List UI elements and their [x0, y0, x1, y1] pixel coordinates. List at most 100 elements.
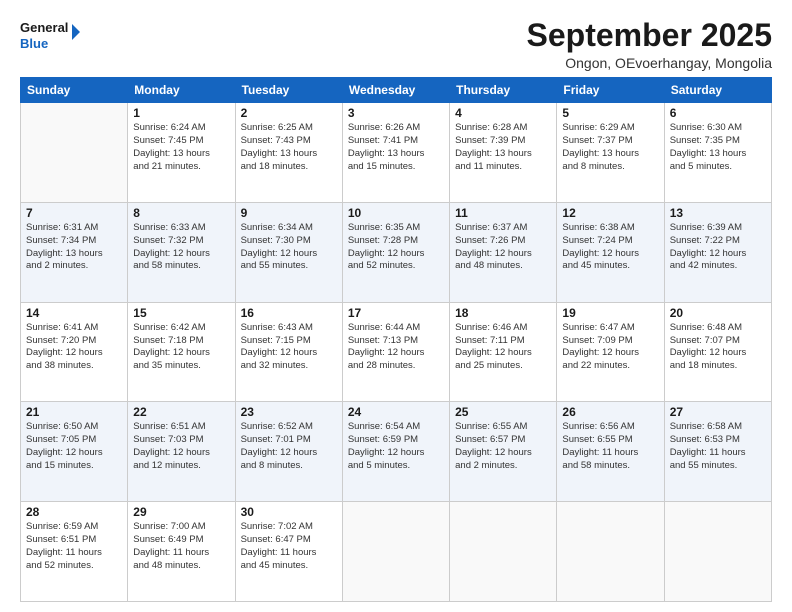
day-number: 16: [241, 306, 337, 320]
calendar-cell: 1Sunrise: 6:24 AM Sunset: 7:45 PM Daylig…: [128, 103, 235, 203]
day-info: Sunrise: 6:37 AM Sunset: 7:26 PM Dayligh…: [455, 222, 551, 273]
calendar-cell: 11Sunrise: 6:37 AM Sunset: 7:26 PM Dayli…: [450, 202, 557, 302]
calendar-cell: 24 Sunrise: 6:54 AM Sunset: 6:59 PM Dayli…: [342, 402, 449, 502]
weekday-header-friday: Friday: [557, 78, 664, 103]
calendar-cell: [664, 502, 771, 602]
day-info: Sunrise: 6:54 AM Sunset: 6:59 PM Dayligh…: [348, 421, 444, 472]
day-info: Sunrise: 6:55 AM Sunset: 6:57 PM Dayligh…: [455, 421, 551, 472]
calendar-cell: 22 Sunrise: 6:51 AM Sunset: 7:03 PM Dayli…: [128, 402, 235, 502]
day-number: 15: [133, 306, 229, 320]
day-number: 4: [455, 106, 551, 120]
day-number: 28: [26, 505, 122, 519]
calendar-cell: 29Sunrise: 7:00 AM Sunset: 6:49 PM Dayli…: [128, 502, 235, 602]
day-number: 7: [26, 206, 122, 220]
day-number: 9: [241, 206, 337, 220]
day-info: Sunrise: 6:26 AM Sunset: 7:41 PM Dayligh…: [348, 122, 444, 173]
week-row-5: 28 Sunrise: 6:59 AM Sunset: 6:51 PM Dayli…: [21, 502, 772, 602]
calendar-cell: 27 Sunrise: 6:58 AM Sunset: 6:53 PM Dayli…: [664, 402, 771, 502]
calendar-cell: 16 Sunrise: 6:43 AM Sunset: 7:15 PM Dayli…: [235, 302, 342, 402]
calendar-cell: 9Sunrise: 6:34 AM Sunset: 7:30 PM Daylig…: [235, 202, 342, 302]
svg-text:General: General: [20, 20, 68, 35]
calendar-cell: 30 Sunrise: 7:02 AM Sunset: 6:47 PM Dayli…: [235, 502, 342, 602]
day-number: 18: [455, 306, 551, 320]
calendar-subtitle: Ongon, OEvoerhangay, Mongolia: [527, 55, 772, 71]
day-number: 8: [133, 206, 229, 220]
logo: General Blue: [20, 18, 80, 56]
week-row-3: 14Sunrise: 6:41 AM Sunset: 7:20 PM Dayli…: [21, 302, 772, 402]
day-info: Sunrise: 6:47 AM Sunset: 7:09 PM Dayligh…: [562, 322, 658, 373]
day-info: Sunrise: 6:48 AM Sunset: 7:07 PM Dayligh…: [670, 322, 766, 373]
day-number: 26: [562, 405, 658, 419]
calendar-cell: 3 Sunrise: 6:26 AM Sunset: 7:41 PM Daylig…: [342, 103, 449, 203]
day-number: 19: [562, 306, 658, 320]
day-number: 3: [348, 106, 444, 120]
day-info: Sunrise: 6:42 AM Sunset: 7:18 PM Dayligh…: [133, 322, 229, 373]
day-number: 23: [241, 405, 337, 419]
calendar-cell: 20 Sunrise: 6:48 AM Sunset: 7:07 PM Dayli…: [664, 302, 771, 402]
weekday-header-saturday: Saturday: [664, 78, 771, 103]
calendar-cell: 15 Sunrise: 6:42 AM Sunset: 7:18 PM Dayli…: [128, 302, 235, 402]
day-info: Sunrise: 6:33 AM Sunset: 7:32 PM Dayligh…: [133, 222, 229, 273]
day-info: Sunrise: 6:52 AM Sunset: 7:01 PM Dayligh…: [241, 421, 337, 472]
calendar-cell: 10 Sunrise: 6:35 AM Sunset: 7:28 PM Dayli…: [342, 202, 449, 302]
day-info: Sunrise: 6:38 AM Sunset: 7:24 PM Dayligh…: [562, 222, 658, 273]
calendar-cell: [450, 502, 557, 602]
week-row-2: 7 Sunrise: 6:31 AM Sunset: 7:34 PM Daylig…: [21, 202, 772, 302]
calendar-cell: 12 Sunrise: 6:38 AM Sunset: 7:24 PM Dayli…: [557, 202, 664, 302]
day-number: 30: [241, 505, 337, 519]
day-info: Sunrise: 6:31 AM Sunset: 7:34 PM Dayligh…: [26, 222, 122, 273]
day-number: 20: [670, 306, 766, 320]
day-number: 25: [455, 405, 551, 419]
logo-svg: General Blue: [20, 18, 80, 56]
day-number: 1: [133, 106, 229, 120]
calendar-title: September 2025: [527, 18, 772, 53]
weekday-header-monday: Monday: [128, 78, 235, 103]
day-info: Sunrise: 6:58 AM Sunset: 6:53 PM Dayligh…: [670, 421, 766, 472]
day-info: Sunrise: 6:43 AM Sunset: 7:15 PM Dayligh…: [241, 322, 337, 373]
day-info: Sunrise: 6:35 AM Sunset: 7:28 PM Dayligh…: [348, 222, 444, 273]
calendar-cell: 19 Sunrise: 6:47 AM Sunset: 7:09 PM Dayli…: [557, 302, 664, 402]
day-number: 24: [348, 405, 444, 419]
day-number: 12: [562, 206, 658, 220]
day-info: Sunrise: 7:02 AM Sunset: 6:47 PM Dayligh…: [241, 521, 337, 572]
day-info: Sunrise: 6:59 AM Sunset: 6:51 PM Dayligh…: [26, 521, 122, 572]
day-number: 27: [670, 405, 766, 419]
calendar-cell: 28 Sunrise: 6:59 AM Sunset: 6:51 PM Dayli…: [21, 502, 128, 602]
week-row-1: 1Sunrise: 6:24 AM Sunset: 7:45 PM Daylig…: [21, 103, 772, 203]
calendar-cell: 18Sunrise: 6:46 AM Sunset: 7:11 PM Dayli…: [450, 302, 557, 402]
svg-text:Blue: Blue: [20, 36, 48, 51]
weekday-header-thursday: Thursday: [450, 78, 557, 103]
page: General Blue September 2025 Ongon, OEvoe…: [0, 0, 792, 612]
calendar-cell: 17Sunrise: 6:44 AM Sunset: 7:13 PM Dayli…: [342, 302, 449, 402]
calendar-cell: [557, 502, 664, 602]
calendar-cell: 2Sunrise: 6:25 AM Sunset: 7:43 PM Daylig…: [235, 103, 342, 203]
header: General Blue September 2025 Ongon, OEvoe…: [20, 18, 772, 71]
day-info: Sunrise: 6:51 AM Sunset: 7:03 PM Dayligh…: [133, 421, 229, 472]
calendar-cell: 21 Sunrise: 6:50 AM Sunset: 7:05 PM Dayli…: [21, 402, 128, 502]
day-info: Sunrise: 6:28 AM Sunset: 7:39 PM Dayligh…: [455, 122, 551, 173]
day-info: Sunrise: 6:39 AM Sunset: 7:22 PM Dayligh…: [670, 222, 766, 273]
weekday-header-tuesday: Tuesday: [235, 78, 342, 103]
weekday-header-wednesday: Wednesday: [342, 78, 449, 103]
calendar-cell: 25 Sunrise: 6:55 AM Sunset: 6:57 PM Dayli…: [450, 402, 557, 502]
calendar-cell: 23 Sunrise: 6:52 AM Sunset: 7:01 PM Dayli…: [235, 402, 342, 502]
day-info: Sunrise: 6:50 AM Sunset: 7:05 PM Dayligh…: [26, 421, 122, 472]
day-info: Sunrise: 6:30 AM Sunset: 7:35 PM Dayligh…: [670, 122, 766, 173]
calendar-cell: 7 Sunrise: 6:31 AM Sunset: 7:34 PM Daylig…: [21, 202, 128, 302]
calendar-cell: 13Sunrise: 6:39 AM Sunset: 7:22 PM Dayli…: [664, 202, 771, 302]
day-number: 22: [133, 405, 229, 419]
calendar-cell: 5Sunrise: 6:29 AM Sunset: 7:37 PM Daylig…: [557, 103, 664, 203]
calendar-cell: 26 Sunrise: 6:56 AM Sunset: 6:55 PM Dayli…: [557, 402, 664, 502]
calendar-cell: [342, 502, 449, 602]
weekday-header-sunday: Sunday: [21, 78, 128, 103]
calendar-cell: [21, 103, 128, 203]
day-number: 2: [241, 106, 337, 120]
calendar-cell: 4 Sunrise: 6:28 AM Sunset: 7:39 PM Daylig…: [450, 103, 557, 203]
day-info: Sunrise: 6:56 AM Sunset: 6:55 PM Dayligh…: [562, 421, 658, 472]
calendar-cell: 6 Sunrise: 6:30 AM Sunset: 7:35 PM Daylig…: [664, 103, 771, 203]
day-number: 6: [670, 106, 766, 120]
day-number: 10: [348, 206, 444, 220]
day-number: 21: [26, 405, 122, 419]
day-info: Sunrise: 6:44 AM Sunset: 7:13 PM Dayligh…: [348, 322, 444, 373]
day-info: Sunrise: 6:41 AM Sunset: 7:20 PM Dayligh…: [26, 322, 122, 373]
